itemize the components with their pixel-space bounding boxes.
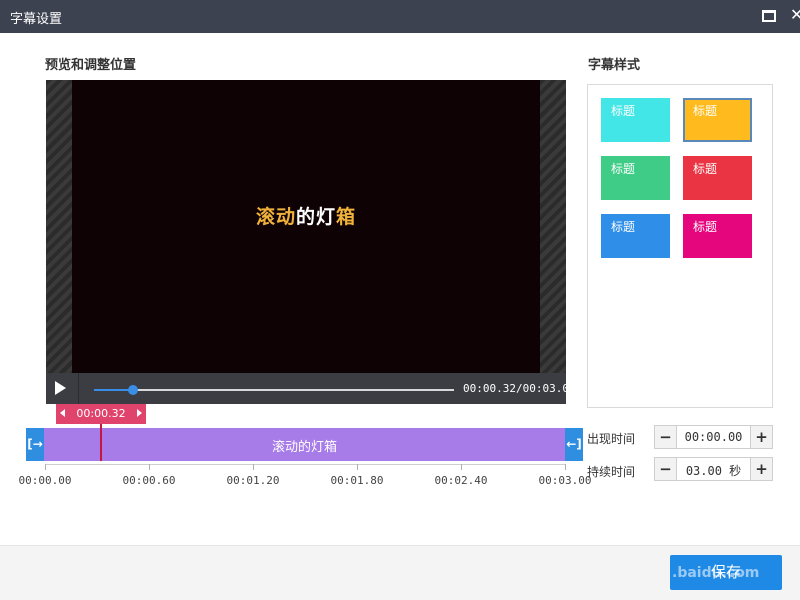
playhead-time-tag[interactable]: 00:00.32 (56, 404, 146, 424)
seek-track[interactable] (94, 385, 454, 395)
duration-increase-button[interactable]: + (750, 458, 772, 480)
subtitle-style-panel: 标题 标题 标题 标题 标题 标题 (587, 84, 773, 408)
maximize-icon[interactable] (762, 10, 776, 22)
player-controls: 00:00.32/00:03.00 (46, 373, 576, 404)
timeline-playhead[interactable] (99, 424, 102, 461)
ruler-tick-label: 00:01.20 (226, 474, 280, 487)
style-swatch-label: 标题 (611, 162, 636, 176)
subtitle-clip[interactable]: [→ 滚动的灯箱 ←] (26, 424, 583, 461)
caption-highlight: 滚动 (255, 206, 296, 228)
step-forward-icon[interactable] (137, 409, 142, 417)
close-icon[interactable]: ✕ (790, 5, 800, 25)
appear-time-value[interactable]: 00:00.00 (677, 430, 750, 444)
style-swatch-label: 标题 (693, 220, 718, 234)
time-ruler: 00:00.00 00:00.60 00:01.20 00:01.80 00:02.40… (0, 461, 600, 491)
style-swatch-3[interactable]: 标题 (601, 156, 670, 200)
style-swatch-1[interactable]: 标题 (601, 98, 670, 142)
seek-handle[interactable] (127, 385, 138, 395)
ruler-tick-label: 00:00.60 (122, 474, 176, 487)
ruler-tick (565, 464, 566, 470)
seek-progress (94, 389, 133, 391)
player-divider (78, 373, 79, 404)
title-bar: 字幕设置 ✕ (0, 0, 800, 33)
duration-label: 持续时间 (587, 465, 636, 479)
ruler-tick-label: 00:00.00 (18, 474, 72, 487)
ruler-tick-label: 00:03.00 (538, 474, 592, 487)
clip-end-handle[interactable]: ←] (565, 428, 583, 461)
style-swatch-label: 标题 (611, 220, 636, 234)
subtitle-caption[interactable]: 滚动的灯箱 (46, 202, 566, 229)
window-title: 字幕设置 (10, 12, 63, 27)
appear-time-stepper: − 00:00.00 + (654, 425, 773, 449)
style-swatch-label: 标题 (611, 104, 636, 118)
time-display: 00:00.32/00:03.00 (463, 382, 576, 395)
save-button[interactable]: 保存 (670, 555, 782, 590)
ruler-tick (45, 464, 46, 470)
ruler-tick (461, 464, 462, 470)
duration-stepper: − 03.00 秒 + (654, 457, 773, 481)
ruler-tick (149, 464, 150, 470)
ruler-tick (253, 464, 254, 470)
ruler-tick-label: 00:02.40 (434, 474, 488, 487)
play-icon[interactable] (55, 381, 66, 395)
ruler-line (45, 464, 565, 465)
appear-time-decrease-button[interactable]: − (655, 426, 677, 448)
preview-section-label: 预览和调整位置 (45, 58, 137, 73)
clip-label: 滚动的灯箱 (271, 440, 337, 455)
style-swatch-5[interactable]: 标题 (601, 214, 670, 258)
video-preview[interactable]: 滚动的灯箱 (46, 80, 566, 373)
caption-highlight-end: 箱 (336, 206, 357, 228)
playhead-time: 00:00.32 (76, 407, 126, 420)
style-section-label: 字幕样式 (588, 58, 641, 73)
style-swatch-label: 标题 (693, 104, 718, 118)
ruler-tick-label: 00:01.80 (330, 474, 384, 487)
ruler-tick (357, 464, 358, 470)
style-swatch-2[interactable]: 标题 (683, 98, 752, 142)
style-swatch-label: 标题 (693, 162, 718, 176)
duration-value[interactable]: 03.00 秒 (677, 462, 750, 479)
caption-white: 的灯 (295, 206, 336, 228)
appear-time-increase-button[interactable]: + (750, 426, 772, 448)
appear-time-label: 出现时间 (587, 432, 636, 446)
style-swatch-6[interactable]: 标题 (683, 214, 752, 258)
style-swatch-4[interactable]: 标题 (683, 156, 752, 200)
duration-decrease-button[interactable]: − (655, 458, 677, 480)
